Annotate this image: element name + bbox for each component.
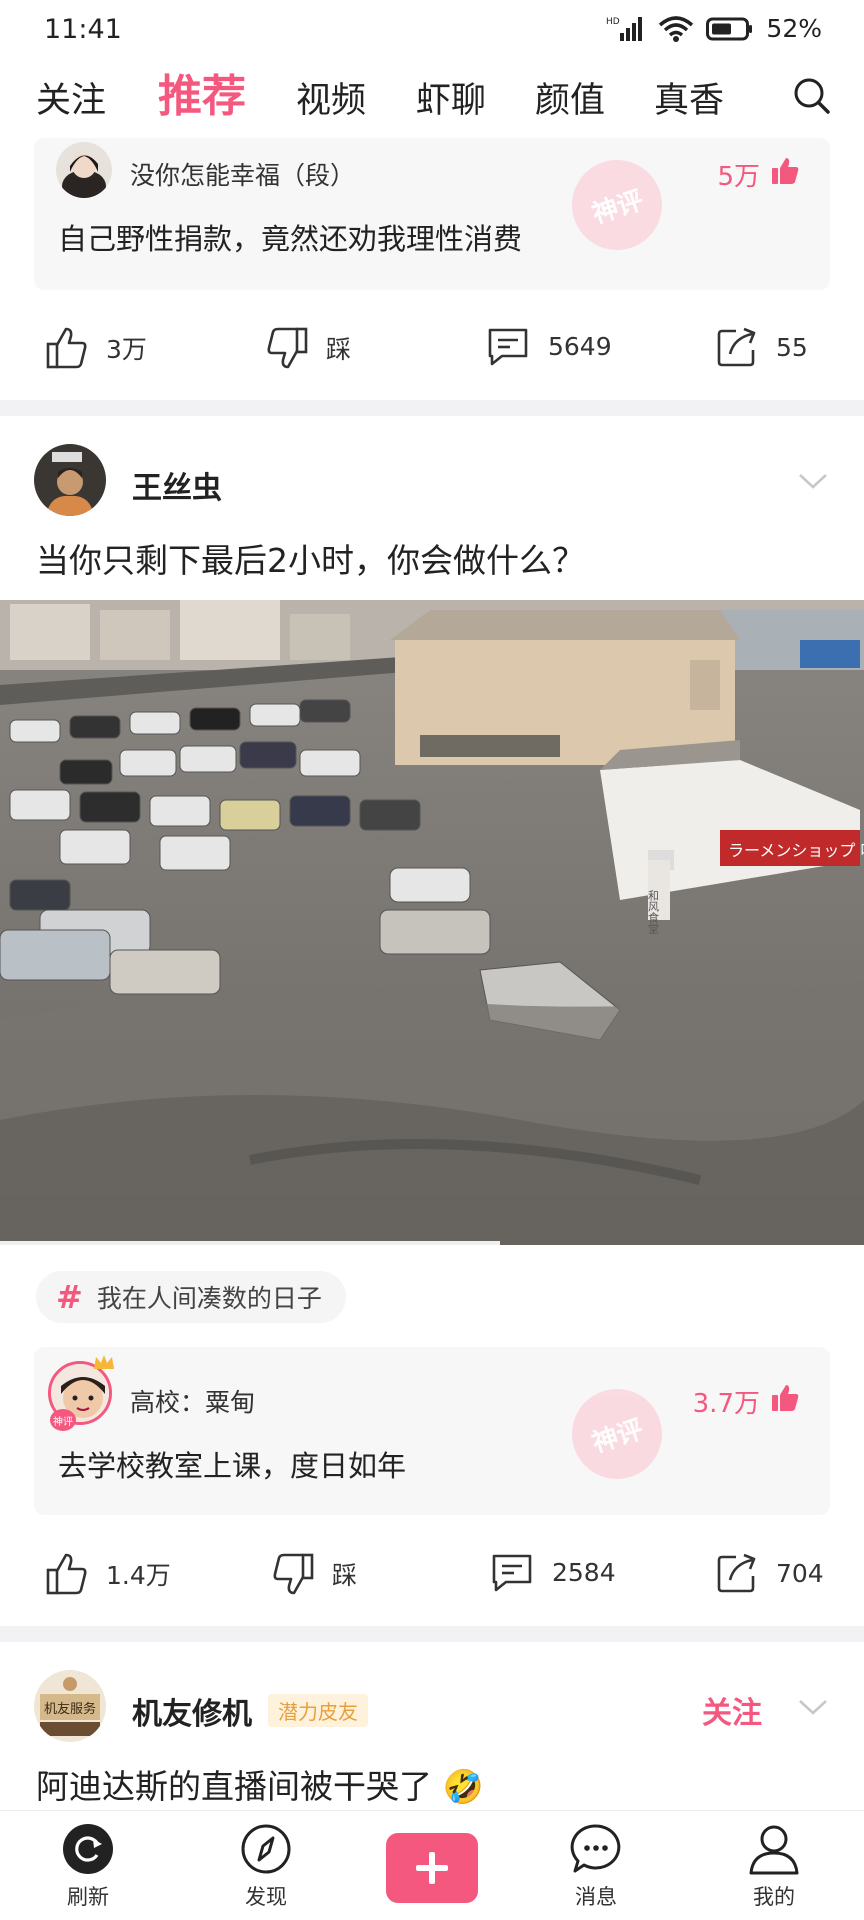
comment-button[interactable]: 2584 xyxy=(490,1552,616,1592)
commenter-name[interactable]: 没你怎能幸福（段） xyxy=(130,156,355,192)
like-count: 1.4万 xyxy=(106,1561,171,1590)
share-count: 704 xyxy=(776,1558,824,1588)
message-icon xyxy=(570,1824,621,1873)
like-button[interactable]: 1.4万 xyxy=(46,1552,171,1596)
post-action-bar: 1.4万 踩 2584 704 xyxy=(0,1538,864,1608)
tab-xialiao[interactable]: 虾聊 xyxy=(416,72,486,123)
nav-refresh-label: 刷新 xyxy=(67,1885,109,1909)
battery-icon xyxy=(706,17,753,40)
dislike-button[interactable]: 踩 xyxy=(272,1552,357,1596)
status-icons: HD 52% xyxy=(606,14,822,43)
comment-count: 2584 xyxy=(552,1557,616,1587)
author-name[interactable]: 王丝虫 xyxy=(132,463,222,507)
nav-profile-label: 我的 xyxy=(753,1885,795,1909)
godcomment-stamp: 神评 xyxy=(560,148,674,262)
hashtag-icon: # xyxy=(56,1278,83,1316)
hot-comment[interactable]: 没你怎能幸福（段） 神评 5万 自己野性捐款，竟然还劝我理性消费 xyxy=(34,138,830,290)
post-divider xyxy=(0,400,864,416)
publish-button[interactable] xyxy=(386,1833,478,1903)
tab-zhenxiang[interactable]: 真香 xyxy=(654,72,724,123)
nav-discover[interactable]: 发现 xyxy=(216,1823,316,1911)
side-sign: 和风食堂 xyxy=(647,890,660,934)
nav-messages-label: 消息 xyxy=(575,1885,617,1909)
search-icon[interactable] xyxy=(792,76,832,116)
plus-icon xyxy=(416,1852,448,1884)
hot-comment[interactable]: 神评 高校：粟甸 神评 3.7万 去学校教室上课，度日如年 xyxy=(34,1347,830,1515)
share-icon xyxy=(717,327,756,367)
chevron-down-icon[interactable] xyxy=(798,472,828,490)
top-tab-bar: 关注 推荐 视频 虾聊 颜值 真香 xyxy=(0,66,864,138)
post-title[interactable]: 阿迪达斯的直播间被干哭了 🤣 xyxy=(36,1760,484,1808)
nav-refresh[interactable]: 刷新 xyxy=(38,1823,138,1911)
commenter-name[interactable]: 高校：粟甸 xyxy=(130,1383,255,1419)
status-time: 11:41 xyxy=(44,14,122,45)
author-badge: 潜力皮友 xyxy=(268,1694,368,1727)
thumbs-down-icon xyxy=(273,1553,314,1595)
comment-like-count: 5万 xyxy=(717,162,760,192)
svg-text:HD: HD xyxy=(606,17,620,27)
dislike-label: 踩 xyxy=(326,335,352,364)
signal-icon: HD xyxy=(606,16,643,41)
avatar-badge: 神评 xyxy=(50,1409,76,1431)
thumbs-up-icon xyxy=(46,1553,87,1595)
tab-yanzhi[interactable]: 颜值 xyxy=(535,72,605,123)
like-button[interactable]: 3万 xyxy=(46,326,147,370)
thumbs-up-icon[interactable] xyxy=(770,1383,800,1413)
avatar-text: 机友服务 xyxy=(44,1701,96,1717)
status-bar: 11:41 HD 52% xyxy=(0,0,864,66)
dislike-button[interactable]: 踩 xyxy=(266,326,351,370)
share-count: 55 xyxy=(776,332,808,362)
author-avatar[interactable]: 机友服务 xyxy=(34,1670,106,1742)
user-icon xyxy=(749,1825,799,1875)
tab-video[interactable]: 视频 xyxy=(296,72,366,123)
comment-text: 去学校教室上课，度日如年 xyxy=(58,1449,407,1483)
author-avatar[interactable] xyxy=(34,444,106,516)
topic-tag[interactable]: # 我在人间凑数的日子 xyxy=(36,1271,346,1323)
battery-percent: 52% xyxy=(766,14,822,43)
like-count: 3万 xyxy=(106,335,147,364)
share-button[interactable]: 55 xyxy=(716,326,808,368)
thumbs-up-icon xyxy=(46,327,87,369)
thumbs-up-icon[interactable] xyxy=(770,156,800,186)
post-action-bar: 3万 踩 5649 55 xyxy=(0,312,864,382)
comment-count: 5649 xyxy=(548,331,612,361)
nav-discover-label: 发现 xyxy=(245,1885,287,1909)
comment-icon xyxy=(488,328,528,366)
share-button[interactable]: 704 xyxy=(716,1552,824,1594)
tab-follow[interactable]: 关注 xyxy=(36,72,106,123)
crown-icon xyxy=(94,1355,114,1369)
tab-recommend[interactable]: 推荐 xyxy=(158,60,246,124)
topic-label: 我在人间凑数的日子 xyxy=(96,1284,322,1313)
nav-messages[interactable]: 消息 xyxy=(546,1823,646,1911)
comment-text: 自己野性捐款，竟然还劝我理性消费 xyxy=(58,222,523,256)
post-title[interactable]: 当你只剩下最后2小时，你会做什么？ xyxy=(36,534,585,582)
comment-like-count: 3.7万 xyxy=(692,1389,760,1419)
wifi-icon xyxy=(659,15,694,42)
comment-button[interactable]: 5649 xyxy=(486,326,612,366)
bottom-nav: 刷新 发现 消息 我的 xyxy=(0,1810,864,1920)
post-image[interactable]: ラーメンショップ 味 宮古店 和风食堂 xyxy=(0,600,864,1245)
follow-button[interactable]: 关注 xyxy=(702,1688,762,1732)
nav-profile[interactable]: 我的 xyxy=(724,1823,824,1911)
post-divider xyxy=(0,1626,864,1642)
godcomment-stamp: 神评 xyxy=(560,1377,674,1491)
dislike-label: 踩 xyxy=(332,1561,358,1590)
chevron-down-icon[interactable] xyxy=(798,1698,828,1716)
share-icon xyxy=(717,1553,756,1593)
compass-icon xyxy=(241,1824,291,1874)
commenter-avatar[interactable] xyxy=(56,142,112,198)
author-name[interactable]: 机友修机 xyxy=(132,1689,252,1733)
thumbs-down-icon xyxy=(267,327,308,369)
refresh-icon xyxy=(63,1824,113,1874)
shop-sign: ラーメンショップ 味 宮古店 xyxy=(728,841,864,860)
comment-icon xyxy=(492,1554,532,1592)
